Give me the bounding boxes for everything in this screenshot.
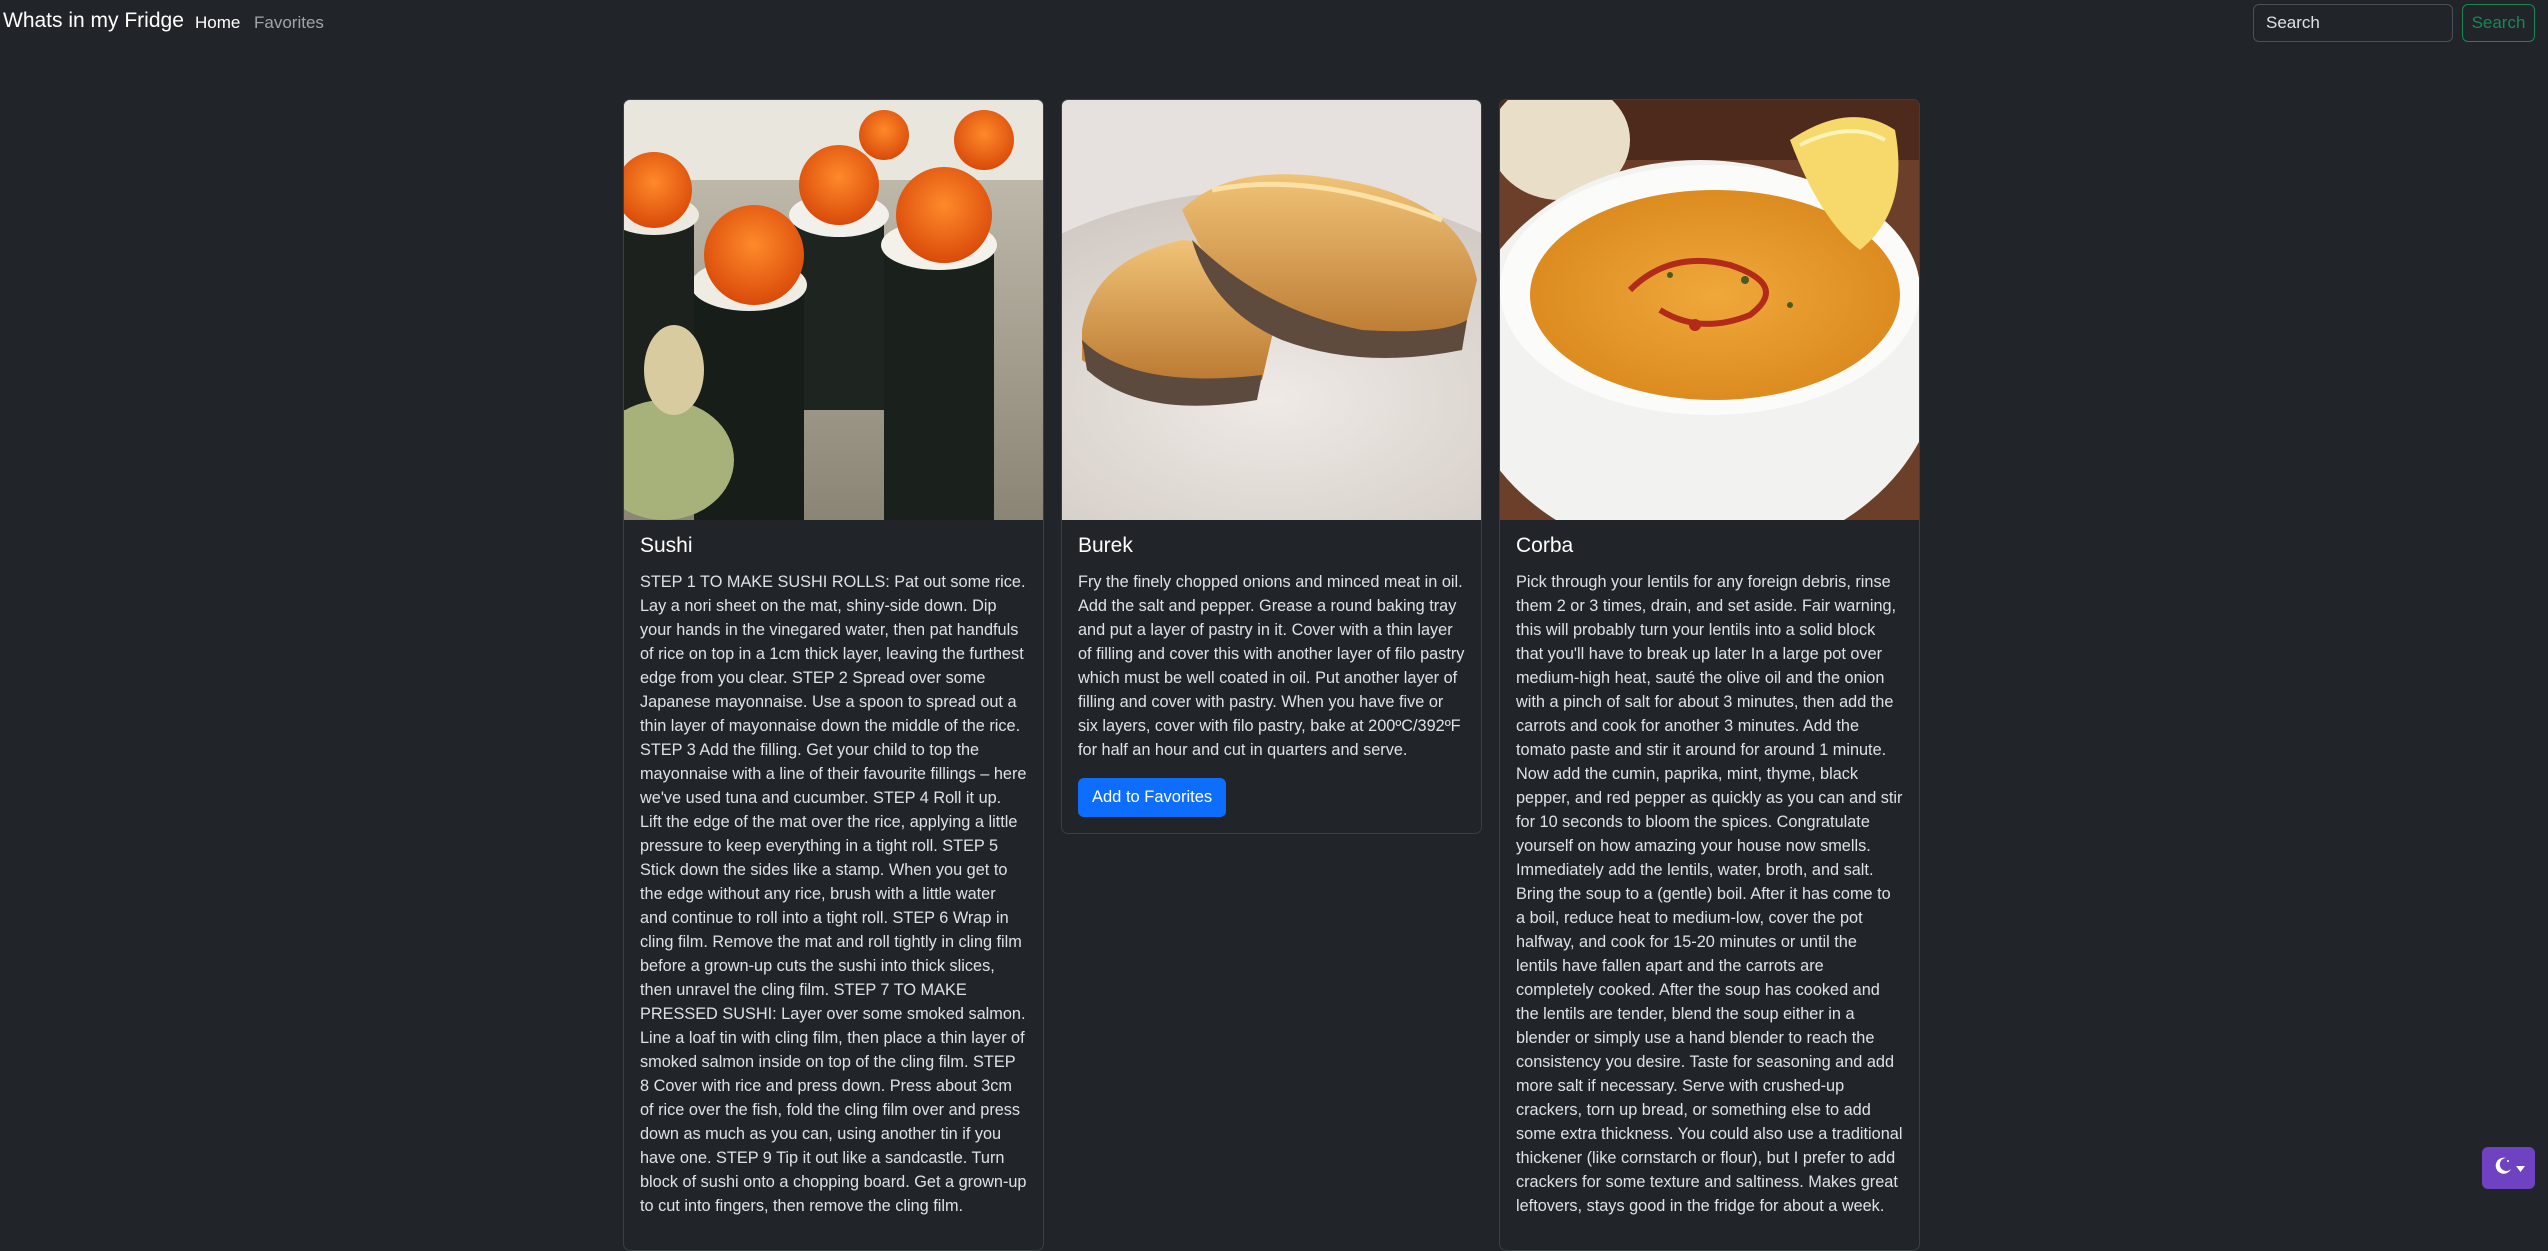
caret-down-icon xyxy=(2515,1159,2525,1177)
corba-image xyxy=(1500,100,1919,520)
search-input[interactable] xyxy=(2253,4,2453,42)
recipe-card: Sushi STEP 1 TO MAKE SUSHI ROLLS: Pat ou… xyxy=(623,99,1044,1251)
card-text: Pick through your lentils for any foreig… xyxy=(1516,573,1903,1215)
nav-favorites-link[interactable]: Favorites xyxy=(254,13,324,33)
card-text: STEP 1 TO MAKE SUSHI ROLLS: Pat out some… xyxy=(640,573,1027,1215)
card-title: Sushi xyxy=(640,534,693,557)
brand-link[interactable]: Whats in my Fridge xyxy=(3,9,184,33)
nav-home-link[interactable]: Home xyxy=(195,13,240,33)
recipe-card: Burek Fry the finely chopped onions and … xyxy=(1061,99,1482,834)
search-button[interactable]: Search xyxy=(2462,4,2535,42)
moon-icon xyxy=(2493,1156,2513,1181)
sushi-image xyxy=(624,100,1043,520)
recipe-card: Corba Pick through your lentils for any … xyxy=(1499,99,1920,1251)
add-to-favorites-button[interactable]: Add to Favorites xyxy=(1078,778,1227,817)
navbar: Whats in my Fridge Home Favorites Search xyxy=(0,0,2548,46)
card-title: Corba xyxy=(1516,534,1574,557)
card-text: Fry the finely chopped onions and minced… xyxy=(1078,573,1465,759)
burek-image xyxy=(1062,100,1481,520)
theme-toggle-button[interactable] xyxy=(2482,1147,2535,1189)
card-title: Burek xyxy=(1078,534,1133,557)
